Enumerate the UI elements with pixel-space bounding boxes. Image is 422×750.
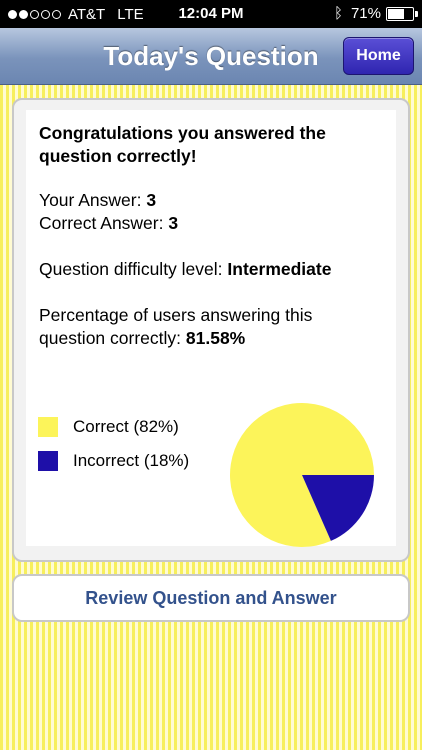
- battery-tip: [415, 10, 418, 17]
- status-bar: AT&T LTE 12:04 PM ᛒ 71%: [0, 0, 422, 28]
- correct-answer-label: Correct Answer:: [39, 213, 164, 233]
- legend-label-incorrect: Incorrect (18%): [73, 451, 190, 470]
- your-answer-label: Your Answer:: [39, 190, 142, 210]
- result-message: Congratulations you answered the questio…: [39, 123, 326, 166]
- review-question-button[interactable]: Review Question and Answer: [12, 574, 410, 622]
- legend-label-correct: Correct (82%): [73, 417, 179, 436]
- percentage-label: Percentage of users answering this quest…: [39, 305, 313, 348]
- difficulty-label: Question difficulty level:: [39, 259, 223, 279]
- correct-answer-row: Correct Answer: 3: [39, 212, 379, 235]
- legend-item-correct: Correct (82%): [38, 416, 189, 438]
- chart-legend: Correct (82%) Incorrect (18%): [38, 416, 189, 484]
- your-answer-row: Your Answer: 3: [39, 189, 379, 212]
- bluetooth-icon: ᛒ: [333, 5, 343, 22]
- your-answer-value: 3: [146, 190, 157, 210]
- answer-pie-chart: [230, 403, 374, 547]
- battery-level: [388, 8, 404, 19]
- status-right: ᛒ 71%: [333, 5, 418, 22]
- navigation-bar: Today's Question Home: [0, 28, 422, 85]
- correct-answer-value: 3: [168, 213, 179, 233]
- result-card: Congratulations you answered the questio…: [12, 98, 410, 562]
- battery-icon: [386, 6, 418, 21]
- battery-percent: 71%: [350, 5, 381, 22]
- answer-summary: Your Answer: 3 Correct Answer: 3: [39, 189, 379, 235]
- legend-swatch-incorrect: [38, 451, 58, 471]
- percentage-row: Percentage of users answering this quest…: [39, 304, 379, 350]
- difficulty-row: Question difficulty level: Intermediate: [39, 258, 379, 281]
- percentage-value: 81.58%: [185, 328, 246, 348]
- result-text: Congratulations you answered the questio…: [39, 122, 379, 350]
- result-card-content: Congratulations you answered the questio…: [26, 110, 396, 547]
- home-button[interactable]: Home: [343, 37, 414, 75]
- legend-item-incorrect: Incorrect (18%): [38, 450, 189, 472]
- difficulty-value: Intermediate: [227, 259, 332, 279]
- legend-swatch-correct: [38, 417, 58, 437]
